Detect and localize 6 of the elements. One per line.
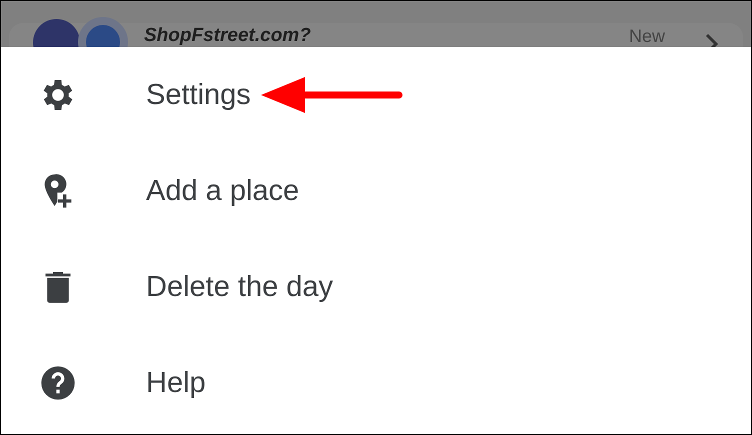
menu-item[interactable]: Add a place — [146, 174, 300, 208]
list-item-action: New — [628, 25, 665, 47]
list-item-title: ShopFstreet.com? — [144, 24, 311, 47]
menu-item[interactable]: Settings — [146, 78, 251, 112]
menu-item[interactable]: Delete the day — [146, 270, 334, 304]
menu-item[interactable]: Help — [146, 366, 206, 400]
